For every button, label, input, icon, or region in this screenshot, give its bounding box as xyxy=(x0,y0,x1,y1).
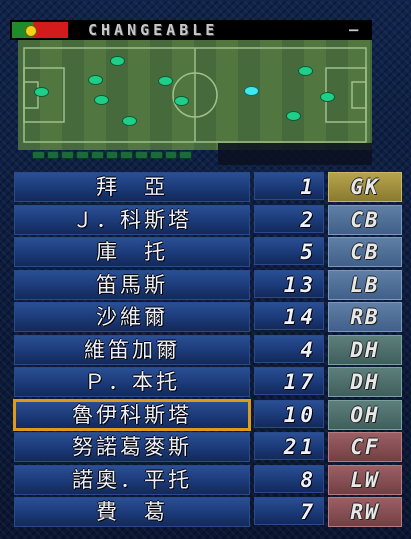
player-number: 2 xyxy=(254,204,324,233)
formation-player-dot[interactable] xyxy=(158,76,173,86)
player-position: LW xyxy=(328,464,402,495)
formation-player-dot[interactable] xyxy=(88,75,103,85)
player-name[interactable]: Ｊ．科斯塔 xyxy=(14,204,250,235)
player-position: RW xyxy=(328,497,402,527)
player-name[interactable]: 費 葛 xyxy=(14,497,250,527)
player-row[interactable]: 沙維爾 14 RB xyxy=(14,302,402,332)
formation-mode-title: CHANGEABLE xyxy=(88,21,219,39)
player-row[interactable]: 魯伊科斯塔 10 OH xyxy=(13,398,402,431)
player-number: 21 xyxy=(254,432,324,460)
formation-player-dot[interactable] xyxy=(94,95,109,105)
player-name[interactable]: 沙維爾 xyxy=(14,302,250,332)
team-flag xyxy=(12,22,68,38)
player-name[interactable]: 笛馬斯 xyxy=(14,269,250,300)
player-name[interactable]: Ｐ．本托 xyxy=(14,367,250,397)
player-number: 1 xyxy=(254,172,324,200)
player-number: 7 xyxy=(254,497,324,525)
player-number: 10 xyxy=(254,399,324,428)
formation-player-dot-selected[interactable] xyxy=(244,86,259,96)
flag-emblem-icon xyxy=(25,25,37,37)
player-row[interactable]: 笛馬斯 13 LB xyxy=(14,269,402,300)
player-row[interactable]: 費 葛 7 RW xyxy=(14,497,402,527)
player-number: 5 xyxy=(254,237,324,265)
player-position: DH xyxy=(328,334,402,365)
player-position: LB xyxy=(328,269,402,300)
player-position: RB xyxy=(328,302,402,332)
header-dash: − xyxy=(347,21,360,39)
player-name[interactable]: 諾奧．平托 xyxy=(14,464,250,495)
player-number: 13 xyxy=(254,269,324,298)
player-number: 17 xyxy=(254,367,324,395)
formation-player-dot[interactable] xyxy=(286,111,301,121)
player-row[interactable]: 庫 托 5 CB xyxy=(14,237,402,267)
player-row[interactable]: Ｐ．本托 17 DH xyxy=(14,367,402,397)
player-position: CB xyxy=(328,204,402,235)
player-position: GK xyxy=(328,172,402,202)
player-number: 8 xyxy=(254,464,324,493)
player-position: CF xyxy=(328,432,402,462)
formation-player-dot[interactable] xyxy=(122,116,137,126)
player-row[interactable]: Ｊ．科斯塔 2 CB xyxy=(14,204,402,235)
stamina-strip xyxy=(32,151,193,159)
formation-header: CHANGEABLE − xyxy=(10,20,372,40)
player-number: 4 xyxy=(254,334,324,363)
formation-pitch[interactable] xyxy=(18,40,372,150)
pitch-lines xyxy=(23,47,367,143)
player-position: CB xyxy=(328,237,402,267)
formation-player-dot[interactable] xyxy=(174,96,189,106)
player-name[interactable]: 維笛加爾 xyxy=(14,334,250,365)
formation-player-dot[interactable] xyxy=(34,87,49,97)
formation-player-dot[interactable] xyxy=(110,56,125,66)
player-name[interactable]: 拜 亞 xyxy=(14,172,250,202)
pitch-shadow xyxy=(218,143,372,165)
player-position: OH xyxy=(328,399,402,430)
player-name[interactable]: 魯伊科斯塔 xyxy=(13,398,251,431)
player-row[interactable]: 拜 亞 1 GK xyxy=(14,172,402,202)
player-roster: 拜 亞 1 GK Ｊ．科斯塔 2 CB 庫 托 5 CB 笛馬斯 13 LB 沙維爾 14 RB 維笛加爾 4 D… xyxy=(13,172,402,530)
player-number: 14 xyxy=(254,302,324,330)
player-name[interactable]: 努諾葛麥斯 xyxy=(14,432,250,462)
player-name[interactable]: 庫 托 xyxy=(14,237,250,267)
player-row[interactable]: 努諾葛麥斯 21 CF xyxy=(14,432,402,462)
player-row[interactable]: 維笛加爾 4 DH xyxy=(14,334,402,365)
player-position: DH xyxy=(328,367,402,397)
formation-player-dot[interactable] xyxy=(320,92,335,102)
player-row[interactable]: 諾奧．平托 8 LW xyxy=(14,464,402,495)
formation-player-dot[interactable] xyxy=(298,66,313,76)
